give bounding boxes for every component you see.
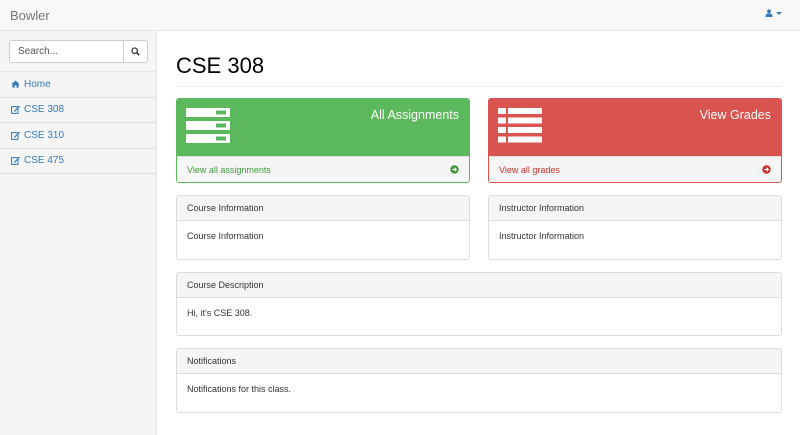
sidebar-nav: Home CSE 308 CSE 310 CSE 475 — [0, 72, 156, 174]
search-icon — [131, 47, 140, 56]
course-info-heading: Course Information — [177, 196, 469, 221]
top-navbar: Bowler — [0, 0, 800, 31]
grades-panel-title: View Grades — [699, 108, 771, 122]
list-icon — [498, 108, 542, 143]
sidebar-item-label: CSE 310 — [24, 129, 65, 141]
sidebar-item-label: Home — [24, 78, 51, 90]
assignments-panel: All Assignments View all assignments — [176, 98, 470, 183]
home-icon — [11, 80, 20, 88]
user-icon — [765, 9, 773, 17]
view-all-assignments-link[interactable]: View all assignments — [177, 156, 469, 182]
grades-panel: View Grades View all grades — [488, 98, 782, 183]
course-info-body: Course Information — [187, 231, 264, 241]
edit-icon — [11, 157, 20, 166]
arrow-circle-right-icon — [762, 165, 771, 174]
course-info-panel: Course Information Course Information — [176, 195, 470, 260]
view-all-assignments-label: View all assignments — [187, 164, 271, 175]
server-icon — [186, 108, 230, 143]
course-description-body: Hi, it's CSE 308. — [187, 308, 253, 318]
page-title: CSE 308 — [176, 53, 265, 78]
search-input[interactable] — [9, 40, 123, 63]
notifications-body: Notifications for this class. — [187, 384, 292, 394]
course-description-heading: Course Description — [177, 273, 781, 298]
assignments-panel-header: All Assignments — [177, 99, 469, 156]
search-button[interactable] — [123, 40, 148, 63]
arrow-circle-right-icon — [450, 165, 459, 174]
course-description-panel: Course Description Hi, it's CSE 308. — [176, 272, 782, 336]
sidebar-item-cse-310[interactable]: CSE 310 — [0, 123, 156, 149]
notifications-panel: Notifications Notifications for this cla… — [176, 348, 782, 413]
sidebar-item-label: CSE 308 — [24, 104, 65, 116]
sidebar-item-label: CSE 475 — [24, 155, 65, 167]
assignments-panel-title: All Assignments — [370, 108, 459, 122]
sidebar-item-cse-475[interactable]: CSE 475 — [0, 149, 156, 174]
sidebar-item-home[interactable]: Home — [0, 72, 156, 98]
grades-panel-header: View Grades — [489, 99, 781, 156]
sidebar: Home CSE 308 CSE 310 CSE 475 — [0, 31, 157, 435]
view-all-grades-link[interactable]: View all grades — [489, 156, 781, 182]
brand-link[interactable]: Bowler — [10, 8, 50, 23]
notifications-heading: Notifications — [177, 349, 781, 374]
instructor-info-panel: Instructor Information Instructor Inform… — [488, 195, 782, 260]
chevron-down-icon — [776, 11, 782, 15]
instructor-info-heading: Instructor Information — [489, 196, 781, 221]
search-group — [9, 40, 148, 63]
view-all-grades-label: View all grades — [499, 164, 560, 175]
edit-icon — [11, 131, 20, 140]
instructor-info-body: Instructor Information — [499, 231, 585, 241]
sidebar-item-cse-308[interactable]: CSE 308 — [0, 98, 156, 123]
edit-icon — [11, 106, 20, 115]
user-menu[interactable] — [765, 9, 782, 17]
divider — [176, 86, 782, 87]
